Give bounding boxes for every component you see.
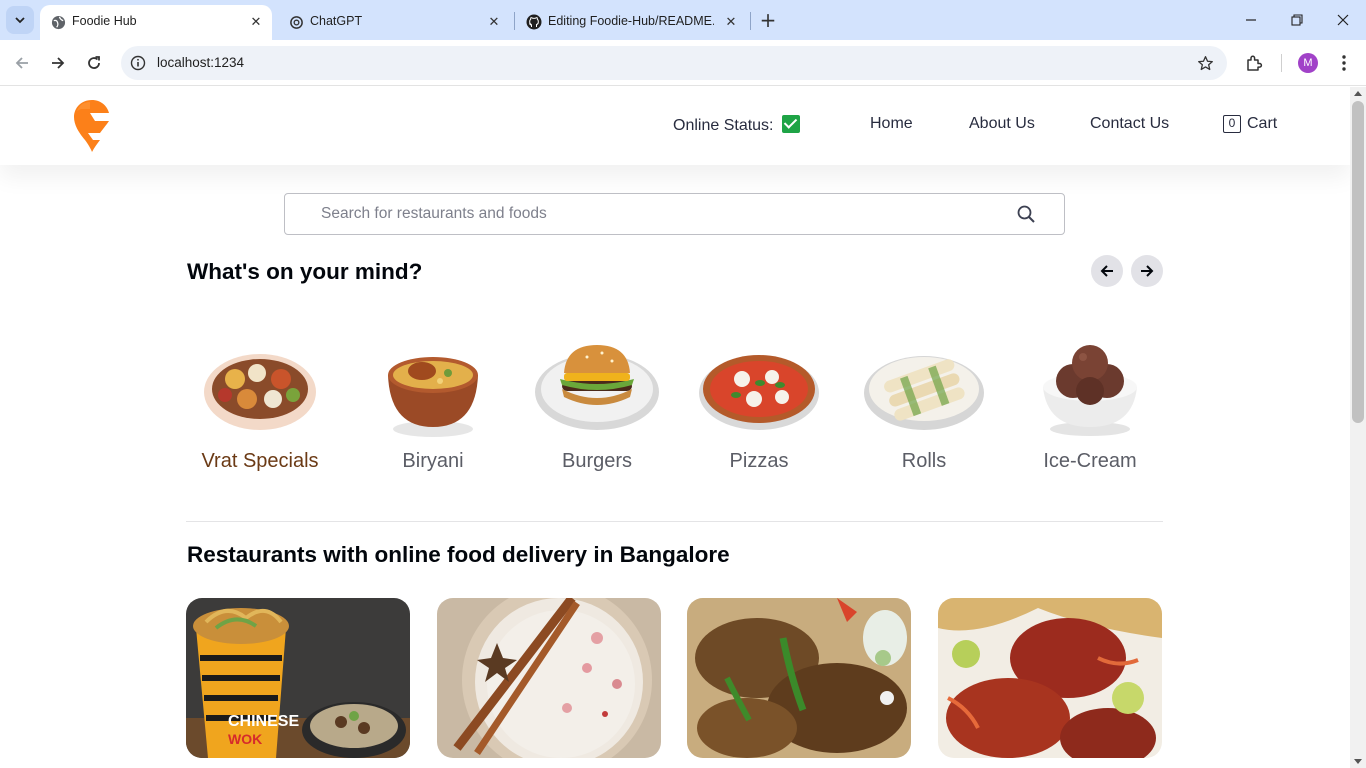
tab-github-readme[interactable]: Editing Foodie-Hub/README.m ✕ xyxy=(516,5,746,40)
pizza-image xyxy=(694,337,824,442)
tab-separator xyxy=(514,12,515,30)
site-info-icon[interactable] xyxy=(129,54,147,72)
section-divider xyxy=(186,521,1163,522)
globe-icon xyxy=(50,14,66,30)
restaurant-card[interactable] xyxy=(437,598,661,758)
tab-chatgpt[interactable]: ChatGPT ✕ xyxy=(278,5,510,40)
category-ice-cream[interactable]: Ice-Cream xyxy=(1015,337,1165,472)
browser-toolbar: localhost:1234 M xyxy=(0,40,1366,86)
tab-close-icon[interactable]: ✕ xyxy=(484,12,504,32)
chevron-down-icon xyxy=(15,17,25,24)
restaurant-card[interactable] xyxy=(938,598,1162,758)
forward-button[interactable] xyxy=(46,51,70,75)
biryani-bowl-image xyxy=(368,337,498,442)
reload-icon xyxy=(88,56,100,69)
category-label: Burgers xyxy=(561,450,633,472)
category-label: Ice-Cream xyxy=(1043,450,1137,472)
extensions-icon[interactable] xyxy=(1242,51,1266,75)
category-rolls[interactable]: Rolls xyxy=(849,337,999,472)
new-tab-button[interactable]: + xyxy=(758,10,778,30)
nav-home-link[interactable]: Home xyxy=(870,115,913,139)
page-scrollbar[interactable] xyxy=(1350,87,1366,768)
online-check-icon xyxy=(781,115,800,133)
scroll-up-arrow-icon[interactable] xyxy=(1354,91,1362,96)
tab-separator xyxy=(750,12,751,30)
grilled-chicken-rice-image xyxy=(687,598,911,758)
tab-search-button[interactable] xyxy=(6,6,34,34)
arrow-left-icon xyxy=(1100,265,1113,277)
svg-text:WOK: WOK xyxy=(228,731,262,747)
category-label: Pizzas xyxy=(729,450,789,472)
restaurants-title: Restaurants with online food delivery in… xyxy=(187,542,730,567)
profile-avatar[interactable]: M xyxy=(1298,53,1318,73)
scroll-down-arrow-icon[interactable] xyxy=(1354,759,1362,764)
arrow-right-icon xyxy=(52,57,65,69)
search-input[interactable] xyxy=(321,203,1001,225)
back-button[interactable] xyxy=(10,51,34,75)
nav-about-link[interactable]: About Us xyxy=(969,115,1035,139)
burger-image xyxy=(532,337,662,442)
noodles-box-image: CHINESE WOK xyxy=(186,598,410,758)
thali-plate-image xyxy=(195,337,325,442)
browser-tab-bar: Foodie Hub ✕ ChatGPT ✕ Editing Foodie-Hu… xyxy=(0,0,1366,40)
category-label: Biryani xyxy=(402,450,464,472)
tab-title: Editing Foodie-Hub/README.m xyxy=(548,14,714,28)
tab-title: Foodie Hub xyxy=(72,14,137,28)
github-icon xyxy=(526,14,542,30)
url-text[interactable]: localhost:1234 xyxy=(157,55,244,70)
search-icon[interactable] xyxy=(1016,204,1036,224)
reload-button[interactable] xyxy=(82,51,106,75)
close-window-icon[interactable] xyxy=(1331,8,1355,32)
more-menu-icon[interactable] xyxy=(1332,51,1356,75)
restore-icon[interactable] xyxy=(1285,8,1309,32)
category-label: Vrat Specials xyxy=(201,450,319,472)
openai-icon xyxy=(288,14,304,30)
arrow-left-icon xyxy=(15,57,28,69)
category-label: Rolls xyxy=(901,450,947,472)
category-biryani[interactable]: Biryani xyxy=(358,337,508,472)
nav-cart-link[interactable]: 0 Cart xyxy=(1223,115,1277,139)
toolbar-divider xyxy=(1281,54,1282,72)
tab-close-icon[interactable]: ✕ xyxy=(246,12,266,32)
swiggy-logo-icon[interactable] xyxy=(73,99,111,153)
cart-label: Cart xyxy=(1247,115,1278,132)
svg-text:CHINESE: CHINESE xyxy=(228,713,299,730)
category-pizzas[interactable]: Pizzas xyxy=(684,337,834,472)
cart-count-badge: 0 xyxy=(1223,115,1241,133)
carousel-prev-button[interactable] xyxy=(1091,255,1123,287)
nav-contact-link[interactable]: Contact Us xyxy=(1090,115,1169,139)
address-bar[interactable]: localhost:1234 xyxy=(121,46,1227,80)
tab-close-icon[interactable]: ✕ xyxy=(721,12,741,32)
minimize-icon[interactable] xyxy=(1239,8,1263,32)
search-bar xyxy=(284,193,1065,235)
rolls-image xyxy=(859,337,989,442)
restaurant-card[interactable] xyxy=(687,598,911,758)
online-status: Online Status: xyxy=(673,115,800,139)
scroll-thumb[interactable] xyxy=(1352,101,1364,423)
whats-on-your-mind-title: What's on your mind? xyxy=(187,259,423,284)
category-vrat-specials[interactable]: Vrat Specials xyxy=(185,337,335,472)
tandoori-chicken-image xyxy=(938,598,1162,758)
arrow-right-icon xyxy=(1141,265,1154,277)
tab-foodie-hub[interactable]: Foodie Hub ✕ xyxy=(40,5,272,40)
site-header: Online Status: Home About Us Contact Us … xyxy=(0,87,1350,165)
tab-title: ChatGPT xyxy=(310,14,363,28)
category-burgers[interactable]: Burgers xyxy=(522,337,672,472)
restaurant-card[interactable]: CHINESE WOK xyxy=(186,598,410,758)
ice-cream-image xyxy=(1025,337,1155,442)
page-viewport: Online Status: Home About Us Contact Us … xyxy=(0,87,1350,768)
carousel-next-button[interactable] xyxy=(1131,255,1163,287)
online-status-label: Online Status: xyxy=(673,117,774,134)
bookmark-star-icon[interactable] xyxy=(1195,53,1215,73)
kheer-bowl-image xyxy=(437,598,661,758)
